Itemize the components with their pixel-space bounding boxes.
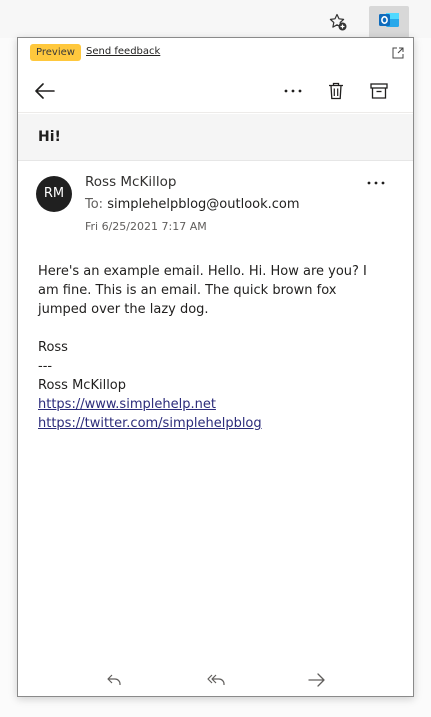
website-link[interactable]: https://www.simplehelp.net xyxy=(38,395,383,414)
reply-all-icon[interactable] xyxy=(202,666,230,694)
page-scrollbar-area xyxy=(413,38,431,717)
message-date: Fri 6/25/2021 7:17 AM xyxy=(85,220,207,233)
signature-separator: --- xyxy=(38,359,53,374)
subject-bar: Hi! xyxy=(18,114,413,161)
message-more-icon[interactable] xyxy=(362,172,390,194)
avatar[interactable]: RM xyxy=(36,176,72,212)
trash-icon[interactable] xyxy=(321,76,351,106)
preview-badge: Preview xyxy=(30,44,81,61)
popout-icon[interactable] xyxy=(391,45,405,59)
forward-icon[interactable] xyxy=(303,666,331,694)
send-feedback-link[interactable]: Send feedback xyxy=(86,46,160,57)
archive-icon[interactable] xyxy=(364,76,394,106)
message-toolbar xyxy=(18,68,413,113)
to-label: To: xyxy=(85,197,104,212)
arrow-left-icon[interactable] xyxy=(30,76,60,106)
popup-header: Preview Send feedback xyxy=(18,38,413,68)
recipient-address[interactable]: simplehelpblog@outlook.com xyxy=(107,197,299,212)
outlook-popup: Preview Send feedback Hi! RM Ross McKill… xyxy=(17,37,414,697)
browser-toolbar xyxy=(0,0,431,38)
more-horizontal-icon[interactable] xyxy=(278,76,308,106)
sender-name[interactable]: Ross McKillop xyxy=(85,174,176,190)
body-paragraph: Here's an example email. Hello. Hi. How … xyxy=(38,264,367,317)
page-background-left xyxy=(0,38,17,717)
reply-bar xyxy=(18,662,413,698)
signature-name: Ross xyxy=(38,340,68,355)
page-background-bottom xyxy=(0,697,431,717)
twitter-link[interactable]: https://twitter.com/simplehelpblog xyxy=(38,414,383,433)
outlook-extension-button[interactable] xyxy=(369,6,409,38)
recipient-line: To: simplehelpblog@outlook.com xyxy=(85,197,300,212)
signature-fullname: Ross McKillop xyxy=(38,378,127,393)
message-body: Here's an example email. Hello. Hi. How … xyxy=(38,262,383,433)
star-plus-icon[interactable] xyxy=(324,8,352,36)
reply-icon[interactable] xyxy=(100,666,128,694)
message-subject: Hi! xyxy=(38,129,61,145)
outlook-icon xyxy=(378,10,400,34)
